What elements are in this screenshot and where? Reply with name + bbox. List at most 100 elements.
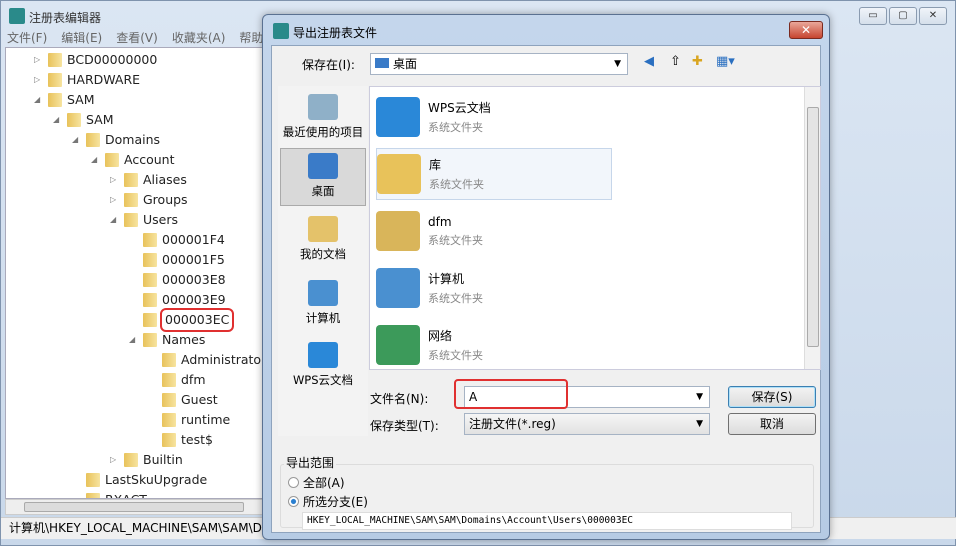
- new-folder-icon[interactable]: ✚: [692, 54, 703, 69]
- tree-item[interactable]: ◢ Names: [129, 330, 205, 350]
- tree-item[interactable]: Administrator: [148, 350, 266, 370]
- menu-edit[interactable]: 编辑(E): [61, 29, 102, 46]
- scroll-thumb[interactable]: [807, 107, 819, 347]
- folder-icon: [48, 53, 62, 67]
- folder-icon: [143, 313, 157, 327]
- tree-item[interactable]: ▷ Aliases: [110, 170, 187, 190]
- maximize-button[interactable]: ▢: [889, 7, 917, 25]
- file-name: dfm: [428, 214, 452, 229]
- file-item[interactable]: WPS云文档 系统文件夹: [376, 91, 612, 143]
- folder-icon: [124, 193, 138, 207]
- vertical-scrollbar[interactable]: [804, 87, 820, 369]
- tree-item-label: test$: [181, 432, 213, 447]
- collapsed-arrow-icon[interactable]: ▷: [110, 170, 120, 190]
- dialog-close-button[interactable]: ✕: [789, 21, 823, 39]
- tree-item[interactable]: ◢ Account: [91, 150, 174, 170]
- registry-tree[interactable]: ▷ BCD00000000 ▷ HARDWARE ◢ SAM ◢ SAM ◢ Domains ◢ Ac…: [5, 47, 267, 499]
- tree-item[interactable]: 000003E8: [129, 270, 226, 290]
- tree-item[interactable]: 000001F4: [129, 230, 225, 250]
- file-type: 系统文件夹: [429, 178, 484, 191]
- file-item[interactable]: 计算机 系统文件夹: [376, 262, 612, 314]
- radio-button[interactable]: [288, 496, 299, 507]
- tree-item[interactable]: 000003EC: [129, 308, 235, 332]
- back-icon[interactable]: ◀: [644, 54, 654, 69]
- tree-item[interactable]: runtime: [148, 410, 230, 430]
- place-label: 计算机: [305, 311, 341, 325]
- tree-item[interactable]: ▷ HARDWARE: [34, 70, 140, 90]
- collapsed-arrow-icon[interactable]: ▷: [34, 70, 44, 90]
- folder-icon: [143, 253, 157, 267]
- place-item[interactable]: 最近使用的项目: [280, 90, 366, 140]
- tree-item[interactable]: test$: [148, 430, 213, 450]
- file-name: 计算机: [428, 272, 465, 286]
- tree-item[interactable]: ◢ SAM: [53, 110, 114, 130]
- filetype-dropdown[interactable]: 注册文件(*.reg) ▼: [464, 413, 710, 435]
- tree-item[interactable]: Guest: [148, 390, 218, 410]
- place-item[interactable]: WPS云文档: [280, 338, 366, 388]
- tree-item[interactable]: 000003E9: [129, 290, 226, 310]
- menu-help[interactable]: 帮助: [239, 29, 263, 46]
- tree-item[interactable]: dfm: [148, 370, 206, 390]
- save-button[interactable]: 保存(S): [728, 386, 816, 408]
- chevron-down-icon: ▼: [696, 419, 703, 429]
- tree-item-label: 000003E9: [162, 292, 226, 307]
- places-bar: 最近使用的项目桌面我的文档计算机 WPS云文档: [278, 86, 368, 436]
- regedit-icon: [9, 8, 25, 24]
- radio-all-label: 全部(A): [303, 476, 345, 490]
- expanded-arrow-icon[interactable]: ◢: [72, 130, 82, 150]
- place-icon: [308, 153, 338, 179]
- tree-item-label: dfm: [181, 372, 206, 387]
- save-in-value: 桌面: [393, 57, 418, 71]
- place-item[interactable]: 我的文档: [280, 212, 366, 262]
- cancel-button[interactable]: 取消: [728, 413, 816, 435]
- tree-item[interactable]: ◢ SAM: [34, 90, 95, 110]
- radio-selected-branch[interactable]: 所选分支(E): [288, 493, 368, 510]
- folder-icon: [376, 97, 420, 137]
- place-item[interactable]: 计算机: [280, 276, 366, 326]
- tree-item[interactable]: LastSkuUpgrade: [72, 470, 207, 490]
- expanded-arrow-icon[interactable]: ◢: [34, 90, 44, 110]
- tree-item[interactable]: RXACT: [72, 490, 147, 498]
- horizontal-scrollbar[interactable]: [5, 499, 267, 515]
- view-menu-icon[interactable]: ▦▾: [716, 54, 735, 69]
- folder-icon: [86, 133, 100, 147]
- minimize-button[interactable]: ▭: [859, 7, 887, 25]
- menu-file[interactable]: 文件(F): [7, 29, 47, 46]
- collapsed-arrow-icon[interactable]: ▷: [34, 50, 44, 70]
- tree-item[interactable]: ◢ Domains: [72, 130, 160, 150]
- file-item[interactable]: 网络 系统文件夹: [376, 319, 612, 371]
- tree-item-label: Names: [162, 332, 206, 347]
- radio-button[interactable]: [288, 477, 299, 488]
- menu-bar: 文件(F) 编辑(E) 查看(V) 收藏夹(A) 帮助: [7, 29, 263, 46]
- file-type: 系统文件夹: [428, 349, 483, 362]
- tree-item-label: Aliases: [143, 172, 187, 187]
- file-name: 库: [429, 158, 442, 172]
- place-icon: [308, 280, 338, 306]
- folder-icon: [124, 453, 138, 467]
- branch-path-input[interactable]: HKEY_LOCAL_MACHINE\SAM\SAM\Domains\Accou…: [302, 512, 792, 530]
- chevron-down-icon: ▼: [614, 59, 621, 69]
- file-item[interactable]: dfm 系统文件夹: [376, 205, 612, 257]
- expanded-arrow-icon[interactable]: ◢: [110, 210, 120, 230]
- menu-favorites[interactable]: 收藏夹(A): [172, 29, 226, 46]
- menu-view[interactable]: 查看(V): [116, 29, 158, 46]
- collapsed-arrow-icon[interactable]: ▷: [110, 190, 120, 210]
- file-item[interactable]: 库系统文件夹: [376, 148, 612, 200]
- tree-item[interactable]: 000001F5: [129, 250, 225, 270]
- scroll-thumb[interactable]: [24, 502, 244, 512]
- tree-item[interactable]: ▷ Groups: [110, 190, 188, 210]
- place-item[interactable]: 桌面: [280, 148, 366, 206]
- tree-item[interactable]: ▷ BCD00000000: [34, 50, 157, 70]
- expanded-arrow-icon[interactable]: ◢: [91, 150, 101, 170]
- radio-all[interactable]: 全部(A): [288, 474, 345, 491]
- save-in-dropdown[interactable]: 桌面 ▼: [370, 53, 628, 75]
- tree-item[interactable]: ▷ Builtin: [110, 450, 183, 470]
- close-button[interactable]: ✕: [919, 7, 947, 25]
- expanded-arrow-icon[interactable]: ◢: [129, 330, 139, 350]
- up-folder-icon[interactable]: ⇧: [670, 54, 681, 69]
- collapsed-arrow-icon[interactable]: ▷: [110, 450, 120, 470]
- tree-item[interactable]: ◢ Users: [110, 210, 178, 230]
- tree-item-label: RXACT: [105, 490, 147, 498]
- filename-label: 文件名(N):: [370, 392, 429, 406]
- expanded-arrow-icon[interactable]: ◢: [53, 110, 63, 130]
